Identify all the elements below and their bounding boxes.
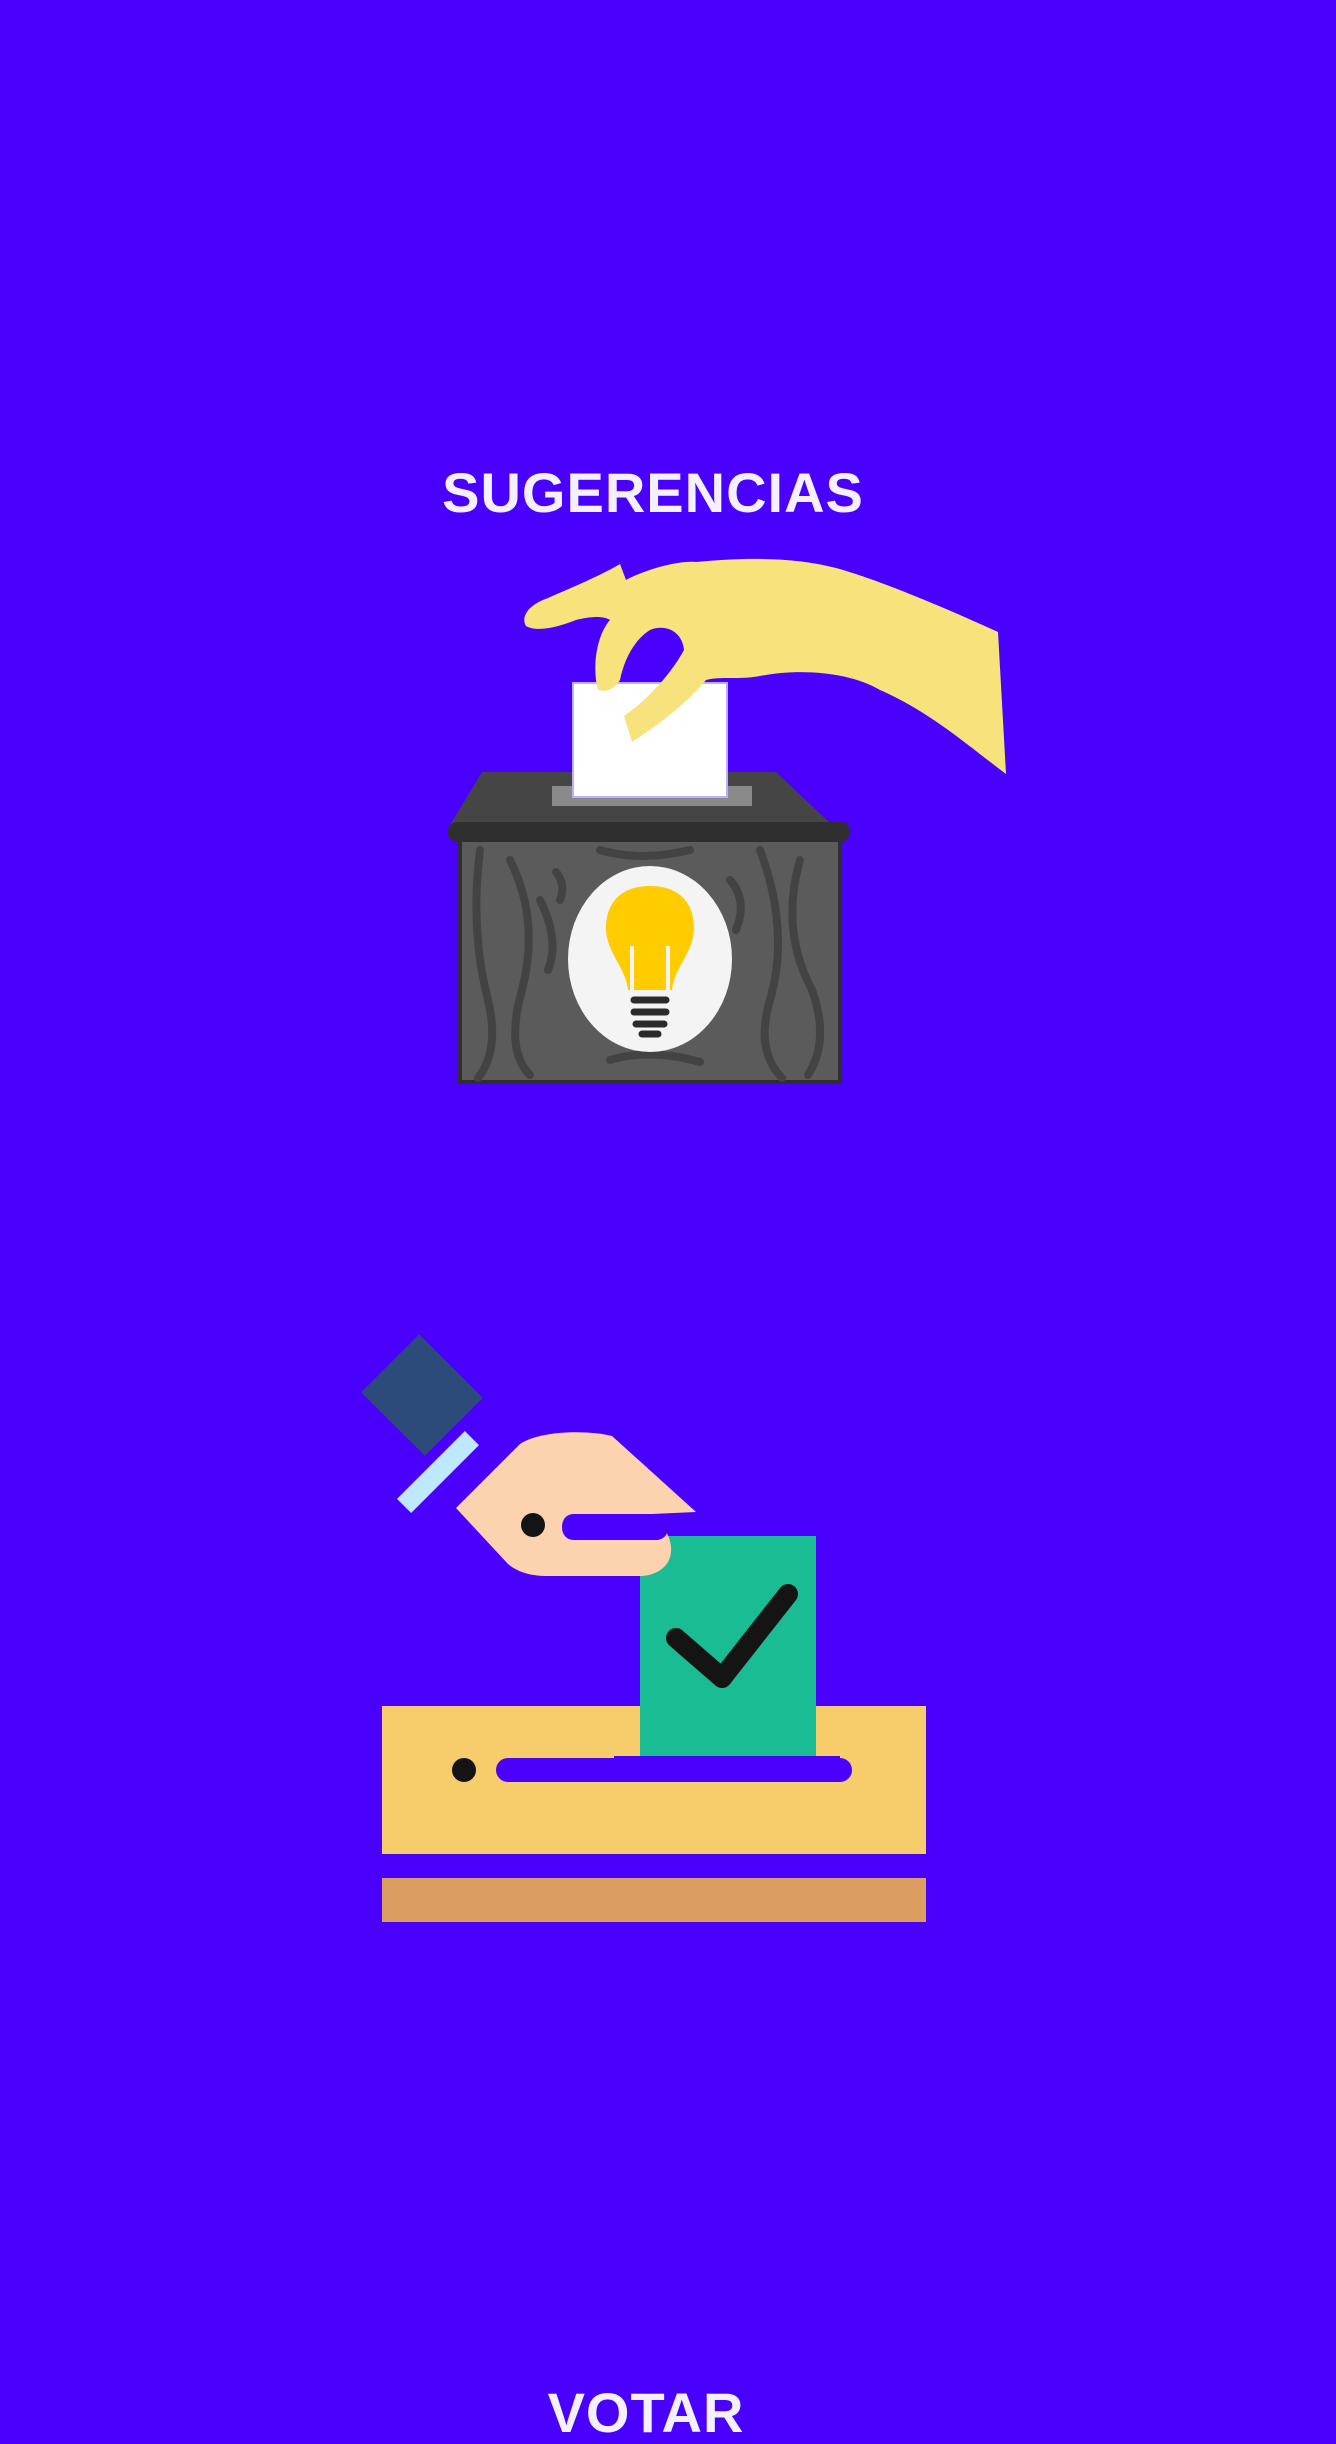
box-base <box>382 1878 926 1922</box>
menu-option-vote[interactable]: VOTAR <box>0 1140 1336 2441</box>
ballot-paper <box>640 1536 816 1758</box>
ballot-slot <box>496 1758 852 1782</box>
box-dot <box>452 1758 476 1782</box>
ballot-box-vote-icon[interactable] <box>0 1140 1336 2072</box>
finger-gap <box>562 1514 668 1540</box>
menu-option-suggestions[interactable]: SUGERENCIAS <box>0 0 1336 1140</box>
vote-title[interactable]: VOTAR <box>0 2385 1314 2441</box>
hand-icon <box>456 1432 696 1576</box>
suggestion-box-lightbulb-icon[interactable] <box>0 0 1336 1140</box>
hand-dot <box>521 1513 545 1537</box>
